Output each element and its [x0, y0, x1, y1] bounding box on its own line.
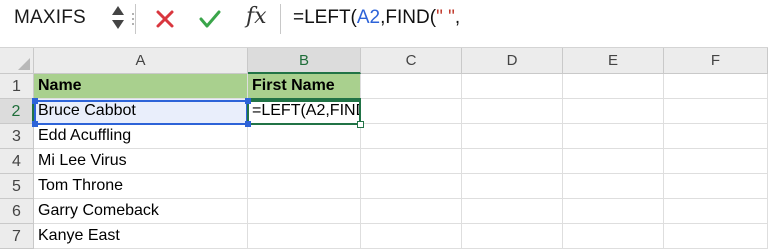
cancel-icon[interactable]: [151, 5, 179, 33]
formula-part: =LEFT(: [293, 7, 357, 28]
cell-c5[interactable]: [361, 174, 462, 199]
chevron-up-icon[interactable]: [112, 6, 124, 15]
row-header-2[interactable]: 2: [0, 99, 34, 124]
column-header-a[interactable]: A: [34, 48, 248, 74]
cell-b1[interactable]: First Name: [248, 74, 361, 99]
cell-c2[interactable]: [361, 99, 462, 124]
reference-handle[interactable]: [245, 121, 251, 127]
cell-a1[interactable]: Name: [34, 74, 248, 99]
cell-f1[interactable]: [664, 74, 768, 99]
cell-f5[interactable]: [664, 174, 768, 199]
formula-bar: MAXIFS fx =LEFT(A2,FIND(" ",: [0, 0, 768, 37]
cell-f2[interactable]: [664, 99, 768, 124]
chevron-down-icon[interactable]: [112, 20, 124, 29]
cell-e6[interactable]: [563, 199, 664, 224]
column-header-f[interactable]: F: [664, 48, 768, 74]
cell-a7[interactable]: Kanye East: [34, 224, 248, 249]
cell-a5[interactable]: Tom Throne: [34, 174, 248, 199]
formula-bar-divider: [280, 4, 281, 34]
cell-b7[interactable]: [248, 224, 361, 249]
cell-c7[interactable]: [361, 224, 462, 249]
reference-handle[interactable]: [32, 121, 38, 127]
cell-c3[interactable]: [361, 124, 462, 149]
cell-b5[interactable]: [248, 174, 361, 199]
cell-a6[interactable]: Garry Comeback: [34, 199, 248, 224]
cell-d2[interactable]: [462, 99, 563, 124]
row-header-5[interactable]: 5: [0, 174, 34, 199]
name-box[interactable]: MAXIFS: [0, 0, 131, 37]
cell-b4[interactable]: [248, 149, 361, 174]
select-all-button[interactable]: [0, 48, 34, 74]
cell-a4[interactable]: Mi Lee Virus: [34, 149, 248, 174]
cell-f6[interactable]: [664, 199, 768, 224]
formula-string: " ": [436, 7, 455, 28]
drag-handle-icon[interactable]: [132, 12, 134, 26]
cell-d7[interactable]: [462, 224, 563, 249]
spreadsheet-grid: A B C D E F 1 2 3 4 5 6 7 Name First Nam…: [0, 48, 768, 252]
cell-d1[interactable]: [462, 74, 563, 99]
formula-part: ,FIND(: [380, 7, 437, 28]
row-header-1[interactable]: 1: [0, 74, 34, 99]
cell-a2[interactable]: Bruce Cabbot: [34, 99, 248, 124]
cell-c1[interactable]: [361, 74, 462, 99]
column-header-d[interactable]: D: [462, 48, 563, 74]
name-box-spinner[interactable]: [112, 6, 124, 32]
cell-e4[interactable]: [563, 149, 664, 174]
fx-icon[interactable]: fx: [246, 4, 276, 32]
cell-b2[interactable]: =LEFT(A2,FIND(" ",: [248, 99, 393, 124]
formula-bar-divider: [135, 4, 136, 34]
column-header-e[interactable]: E: [563, 48, 664, 74]
row-header-7[interactable]: 7: [0, 224, 34, 249]
row-header-4[interactable]: 4: [0, 149, 34, 174]
cell-e7[interactable]: [563, 224, 664, 249]
select-all-icon: [18, 58, 30, 70]
enter-icon[interactable]: [196, 5, 224, 33]
reference-handle[interactable]: [245, 98, 251, 104]
cell-e5[interactable]: [563, 174, 664, 199]
column-header-b[interactable]: B: [248, 48, 361, 74]
row-header-6[interactable]: 6: [0, 199, 34, 224]
name-box-text[interactable]: MAXIFS: [14, 7, 86, 29]
fill-handle[interactable]: [357, 121, 364, 128]
cell-f4[interactable]: [664, 149, 768, 174]
cell-b6[interactable]: [248, 199, 361, 224]
cell-c4[interactable]: [361, 149, 462, 174]
cell-d4[interactable]: [462, 149, 563, 174]
cell-f3[interactable]: [664, 124, 768, 149]
formula-reference: A2: [356, 7, 381, 28]
formula-bar-bottom: [0, 37, 768, 48]
column-header-c[interactable]: C: [361, 48, 462, 74]
cell-a3[interactable]: Edd Acuffling: [34, 124, 248, 149]
cell-b3[interactable]: [248, 124, 361, 149]
formula-input[interactable]: =LEFT(A2,FIND(" ",: [293, 7, 460, 29]
row-header-3[interactable]: 3: [0, 124, 34, 149]
cell-e1[interactable]: [563, 74, 664, 99]
reference-handle[interactable]: [32, 98, 38, 104]
b1-underline: [247, 98, 361, 100]
cell-d6[interactable]: [462, 199, 563, 224]
cell-d5[interactable]: [462, 174, 563, 199]
cell-f7[interactable]: [664, 224, 768, 249]
cell-e3[interactable]: [563, 124, 664, 149]
cell-d3[interactable]: [462, 124, 563, 149]
formula-part: ,: [454, 7, 461, 28]
cell-c6[interactable]: [361, 199, 462, 224]
cell-e2[interactable]: [563, 99, 664, 124]
